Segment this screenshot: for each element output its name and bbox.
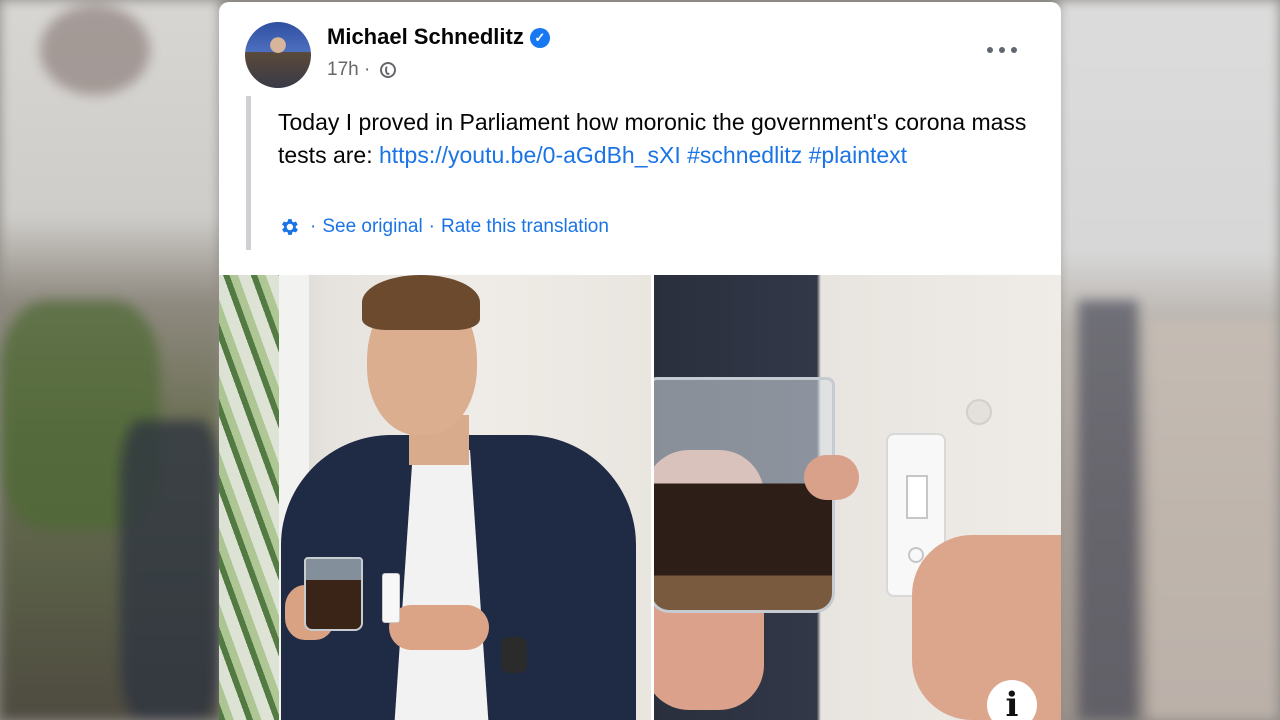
hand [912, 535, 1061, 720]
wristwatch [501, 637, 527, 673]
translation-separator: · [310, 216, 317, 237]
translation-separator-2: · [428, 216, 435, 237]
gear-icon[interactable] [278, 216, 300, 238]
translation-row: · See original · Rate this translation [278, 216, 609, 238]
background-left-blur [0, 0, 220, 720]
background-right-blur [1058, 0, 1280, 720]
photo-closeup-glass-and-test[interactable]: i [654, 275, 1061, 720]
more-options-icon[interactable] [987, 42, 1017, 58]
see-original-link[interactable]: See original [322, 216, 422, 238]
hand [389, 605, 489, 650]
author-name[interactable]: Michael Schnedlitz ✓ [327, 24, 550, 50]
author-name-text[interactable]: Michael Schnedlitz [327, 24, 524, 49]
facebook-post-card: Michael Schnedlitz ✓ 17h · Today I proved… [219, 2, 1061, 720]
person-hair [362, 275, 480, 330]
post-meta: 17h · [327, 59, 396, 81]
post-link[interactable]: https://youtu.be/0-aGdBh_sXI [379, 142, 681, 168]
rate-translation-link[interactable]: Rate this translation [441, 216, 609, 238]
hashtag-plaintext[interactable]: #plaintext [809, 142, 907, 168]
verified-check-icon: ✓ [529, 28, 550, 48]
glass-of-cola [654, 377, 835, 613]
hashtag-schnedlitz[interactable]: #schnedlitz [687, 142, 802, 168]
post-text: Today I proved in Parliament how moronic… [278, 106, 1028, 172]
quote-bar [246, 96, 251, 250]
meta-separator: · [363, 59, 371, 80]
finger [804, 455, 859, 500]
avatar[interactable] [245, 22, 311, 88]
shirt-button [966, 399, 992, 425]
photo-man-holding-glass-and-test[interactable] [219, 275, 651, 720]
globe-icon [379, 62, 396, 78]
post-timestamp[interactable]: 17h [327, 59, 359, 80]
rapid-test-strip [382, 573, 400, 623]
glass-of-cola [304, 557, 363, 631]
post-photos: i [219, 275, 1061, 720]
